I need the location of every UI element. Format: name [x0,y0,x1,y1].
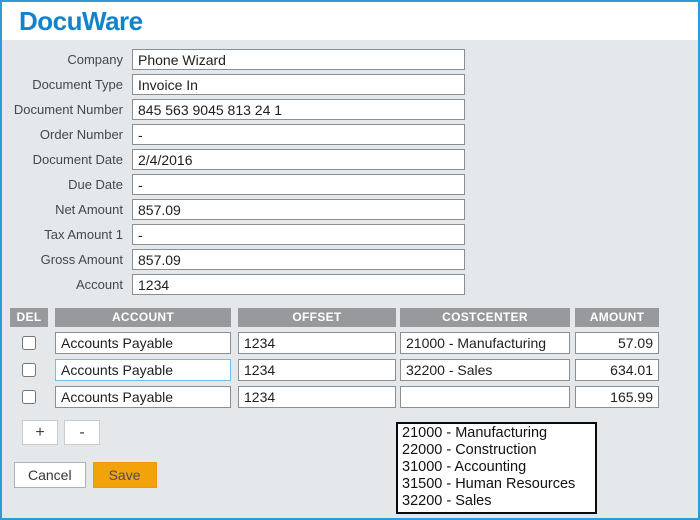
order-number-label: Order Number [39,127,123,142]
document-number-label: Document Number [13,102,123,117]
row1-delete-checkbox[interactable] [22,335,36,350]
row3-account-input[interactable] [55,385,231,408]
column-header-del: DEL [10,308,48,327]
docuware-logo: DocuWare [19,5,143,36]
row3-costcenter-input[interactable] [400,385,570,408]
dropdown-option-accounting[interactable]: 31000 - Accounting [398,459,595,476]
costcenter-dropdown: 21000 - Manufacturing 22000 - Constructi… [396,422,597,514]
cancel-button[interactable]: Cancel [14,462,86,488]
column-header-offset: OFFSET [238,308,396,327]
dropdown-option-manufacturing[interactable]: 21000 - Manufacturing [398,425,595,442]
row2-offset-input[interactable] [238,358,396,381]
remove-row-button[interactable]: - [64,420,100,445]
form-row-account: Account [2,274,698,295]
table-row [10,331,698,354]
document-number-input[interactable] [132,99,465,120]
tax-amount-input[interactable] [132,224,465,245]
gross-amount-label: Gross Amount [40,252,123,267]
row2-amount-input[interactable] [575,358,659,381]
content-area: Company Document Type Document Number Or… [2,40,698,518]
dropdown-option-construction[interactable]: 22000 - Construction [398,442,595,459]
row1-offset-input[interactable] [238,331,396,354]
index-form: Company Document Type Document Number Or… [2,40,698,295]
app-header: DocuWare [2,2,698,40]
form-row-company: Company [2,49,698,70]
table-header-row: DEL ACCOUNT OFFSET COSTCENTER AMOUNT [10,308,698,327]
company-label: Company [67,52,123,67]
account-input[interactable] [132,274,465,295]
row3-amount-input[interactable] [575,385,659,408]
dropdown-option-human-resources[interactable]: 31500 - Human Resources [398,476,595,493]
form-row-net-amount: Net Amount [2,199,698,220]
company-input[interactable] [132,49,465,70]
row1-amount-input[interactable] [575,331,659,354]
column-header-costcenter: COSTCENTER [400,308,570,327]
row3-offset-input[interactable] [238,385,396,408]
net-amount-input[interactable] [132,199,465,220]
order-number-input[interactable] [132,124,465,145]
document-type-input[interactable] [132,74,465,95]
form-row-gross-amount: Gross Amount [2,249,698,270]
row1-costcenter-input[interactable] [400,331,570,354]
form-row-tax-amount: Tax Amount 1 [2,224,698,245]
form-row-order-number: Order Number [2,124,698,145]
row3-delete-checkbox[interactable] [22,389,36,404]
form-row-document-number: Document Number [2,99,698,120]
row2-costcenter-input[interactable] [400,358,570,381]
gross-amount-input[interactable] [132,249,465,270]
row2-account-input[interactable] [55,358,231,381]
table-row [10,385,698,408]
document-type-label: Document Type [32,77,123,92]
column-header-account: ACCOUNT [55,308,231,327]
document-date-input[interactable] [132,149,465,170]
column-header-amount: AMOUNT [575,308,659,327]
document-date-label: Document Date [32,152,123,167]
tax-amount-label: Tax Amount 1 [44,227,123,242]
row2-delete-checkbox[interactable] [22,362,36,377]
net-amount-label: Net Amount [55,202,123,217]
form-row-document-type: Document Type [2,74,698,95]
dropdown-option-sales[interactable]: 32200 - Sales [398,493,595,510]
save-button[interactable]: Save [92,462,157,488]
form-row-document-date: Document Date [2,149,698,170]
due-date-label: Due Date [68,177,123,192]
form-row-due-date: Due Date [2,174,698,195]
due-date-input[interactable] [132,174,465,195]
row1-account-input[interactable] [55,331,231,354]
account-label: Account [76,277,123,292]
add-row-button[interactable]: + [22,420,58,445]
table-row [10,358,698,381]
docuware-window: DocuWare Company Document Type Document … [0,0,700,520]
